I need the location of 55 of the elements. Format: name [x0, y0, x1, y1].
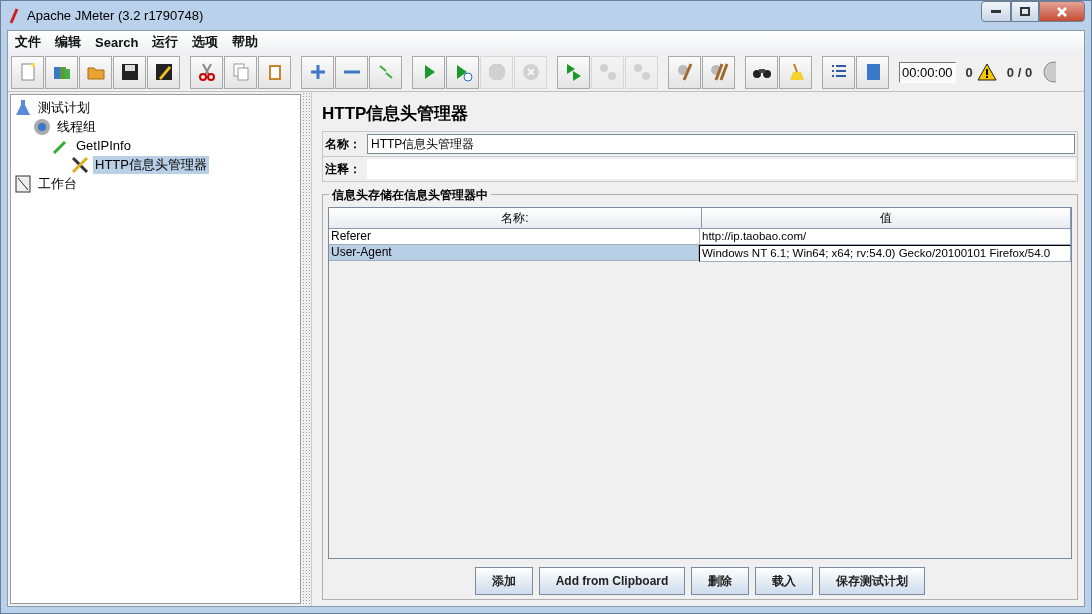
menu-item[interactable]: Search [90, 34, 144, 50]
maximize-icon [1020, 7, 1030, 16]
close-icon [1057, 6, 1067, 17]
copy-icon [230, 62, 251, 82]
action-button[interactable]: 保存测试计划 [819, 567, 926, 595]
close-button[interactable] [1039, 1, 1085, 22]
warning-count: 0 [965, 64, 973, 80]
scissors-icon [196, 62, 217, 82]
minimize-icon [991, 10, 1001, 13]
toolbar-button[interactable] [147, 55, 180, 89]
panel-title: HTTP信息头管理器 [322, 103, 470, 125]
warning-icon [976, 63, 997, 81]
remote-shutdown-icon [631, 62, 652, 82]
flask-icon [13, 97, 33, 118]
action-button[interactable]: 删除 [691, 567, 750, 595]
shutdown-icon [520, 62, 541, 82]
toolbar-button[interactable] [745, 55, 778, 89]
floppy-pencil-icon [153, 62, 174, 82]
wrench-screwdriver-icon [70, 154, 90, 175]
menu-item[interactable]: 帮助 [227, 33, 264, 51]
toolbar-button[interactable] [822, 55, 855, 89]
table-cell[interactable]: http://ip.taobao.com/ [700, 229, 1071, 245]
tree-item[interactable]: 工作台 [36, 174, 79, 193]
comment-label: 注释： [325, 160, 362, 178]
gear-icon [32, 116, 52, 137]
table-cell[interactable]: Referer [329, 229, 700, 245]
splitter-handle[interactable] [302, 92, 310, 606]
name-field[interactable]: HTTP信息头管理器 [367, 134, 1075, 154]
window-title: Apache JMeter (3.2 r1790748) [27, 8, 205, 23]
tree-item[interactable]: 线程组 [55, 117, 98, 136]
elapsed-time: 00:00:00 [899, 61, 956, 83]
menu-item[interactable]: 运行 [147, 33, 184, 51]
toolbar-button[interactable] [113, 55, 146, 89]
tree-item[interactable]: GetIPInfo [74, 138, 133, 153]
menu-item[interactable]: 选项 [187, 33, 224, 51]
menu-item[interactable]: 编辑 [50, 33, 86, 51]
tree-item[interactable]: 测试计划 [36, 98, 92, 117]
group-title: 信息头存储在信息头管理器中 [329, 187, 491, 204]
action-button[interactable]: 添加 [474, 567, 533, 595]
tree-item[interactable]: HTTP信息头管理器 [93, 155, 209, 174]
table-cell[interactable]: Windows NT 6.1; Win64; x64; rv:54.0) Gecko/20100101 Firefox/54.0 [699, 245, 1071, 262]
remote-stop-icon [597, 62, 618, 82]
action-button[interactable]: 载入 [755, 567, 814, 595]
maximize-button[interactable] [1011, 1, 1039, 22]
action-button[interactable]: Add from Clipboard [538, 567, 686, 595]
name-label: 名称： [325, 135, 362, 153]
feather-icon [9, 7, 19, 24]
minus-icon [341, 69, 362, 75]
thread-count: 0 / 0 [1006, 64, 1033, 80]
minimize-button[interactable] [981, 1, 1011, 22]
stop-icon [486, 62, 507, 82]
table-cell[interactable]: User-Agent [329, 245, 699, 261]
column-header[interactable]: 值 [702, 208, 1071, 229]
column-header[interactable]: 名称: [329, 208, 702, 229]
menu-item[interactable]: 文件 [10, 33, 46, 51]
